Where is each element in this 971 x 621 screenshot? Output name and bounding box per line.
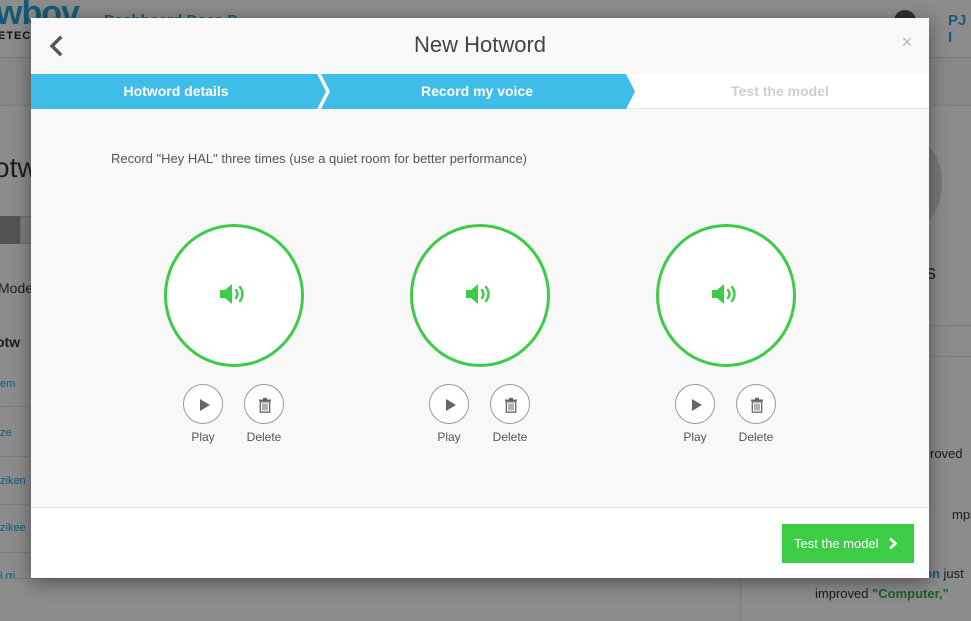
modal-header: New Hotword × xyxy=(31,18,929,74)
delete-label: Delete xyxy=(246,430,282,444)
step-record-voice[interactable]: Record my voice xyxy=(327,74,627,109)
recording-slot: Play Delete xyxy=(410,224,550,454)
trash-icon xyxy=(751,397,763,413)
record-button[interactable] xyxy=(164,224,304,367)
trash-icon xyxy=(505,397,517,413)
step-hotword-details[interactable]: Hotword details xyxy=(31,74,321,109)
play-button[interactable] xyxy=(429,384,469,424)
delete-label: Delete xyxy=(738,430,774,444)
chevron-right-icon xyxy=(889,537,898,550)
test-model-label: Test the model xyxy=(794,536,879,551)
trash-icon xyxy=(259,397,271,413)
modal-body: Record "Hey HAL" three times (use a quie… xyxy=(31,109,929,508)
modal-title: New Hotword xyxy=(413,32,547,57)
speaker-icon xyxy=(712,284,736,304)
play-button[interactable] xyxy=(675,384,715,424)
close-button[interactable]: × xyxy=(897,32,917,52)
recording-slot: Play Delete xyxy=(656,224,796,454)
step-indicator: Hotword details Record my voice Test the… xyxy=(31,74,929,109)
record-button[interactable] xyxy=(656,224,796,367)
record-button[interactable] xyxy=(410,224,550,367)
delete-button[interactable] xyxy=(736,384,776,424)
speaker-icon xyxy=(220,284,244,304)
speaker-icon xyxy=(466,284,490,304)
delete-label: Delete xyxy=(492,430,528,444)
delete-button[interactable] xyxy=(490,384,530,424)
recording-slot: Play Delete xyxy=(164,224,304,454)
instruction-text: Record "Hey HAL" three times (use a quie… xyxy=(111,151,528,166)
play-icon xyxy=(692,399,702,411)
new-hotword-modal: New Hotword × Hotword details Record my … xyxy=(31,18,929,578)
play-label: Play xyxy=(191,430,215,444)
play-icon xyxy=(200,399,210,411)
step-test-model: Test the model xyxy=(731,83,829,99)
test-model-button[interactable]: Test the model xyxy=(782,524,914,563)
delete-button[interactable] xyxy=(244,384,284,424)
play-label: Play xyxy=(437,430,461,444)
play-button[interactable] xyxy=(183,384,223,424)
play-label: Play xyxy=(683,430,707,444)
play-icon xyxy=(446,399,456,411)
